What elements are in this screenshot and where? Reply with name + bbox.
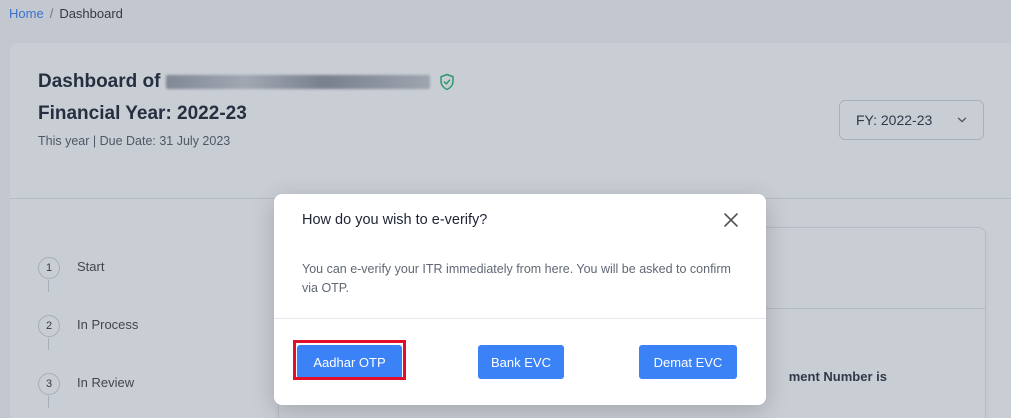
close-icon[interactable] (721, 210, 741, 230)
modal-title: How do you wish to e-verify? (302, 212, 488, 228)
bank-evc-button[interactable]: Bank EVC (478, 345, 564, 379)
page: Home / Dashboard Dashboard of Financial Ye… (0, 0, 1011, 418)
demat-evc-button[interactable]: Demat EVC (639, 345, 737, 379)
e-verify-modal: How do you wish to e-verify? You can e-v… (274, 194, 766, 405)
modal-divider (274, 318, 766, 319)
aadhar-otp-button[interactable]: Aadhar OTP (297, 345, 402, 379)
modal-body-text: You can e-verify your ITR immediately fr… (302, 262, 731, 295)
